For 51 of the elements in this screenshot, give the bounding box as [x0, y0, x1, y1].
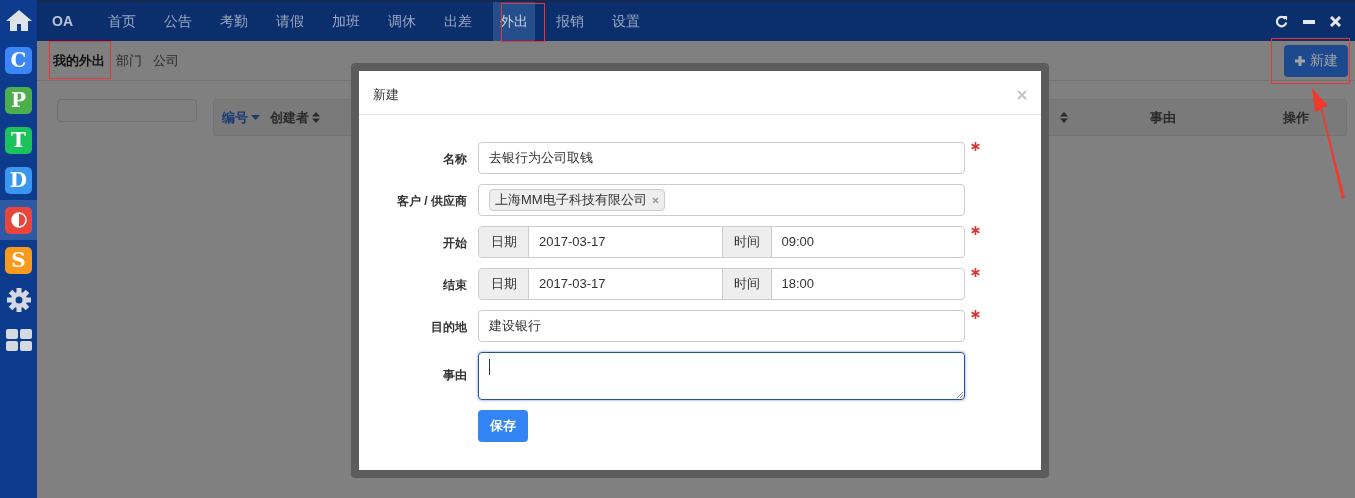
settings-icon[interactable] — [5, 287, 32, 313]
grid-icon[interactable] — [4, 328, 33, 352]
field-label: 事由 — [442, 367, 468, 384]
close-icon[interactable] — [1330, 16, 1341, 27]
resize-grip-icon[interactable] — [956, 391, 963, 398]
nav-tab[interactable]: 考勤 — [213, 2, 255, 41]
text-field[interactable]: 建设银行 — [478, 310, 965, 342]
minimize-icon[interactable] — [1303, 19, 1315, 24]
tag-field[interactable]: 上海MM电子科技有限公司 — [478, 184, 965, 216]
brand-label: OA — [51, 12, 74, 31]
nav-tab[interactable]: 首页 — [101, 2, 143, 41]
subnav-tab[interactable]: 部门 — [116, 50, 142, 71]
save-button[interactable]: 保存 — [478, 410, 528, 442]
home-icon[interactable] — [4, 8, 33, 32]
required-icon — [970, 142, 980, 151]
nav-tab[interactable]: 请假 — [269, 2, 311, 41]
nav-tab[interactable]: 调休 — [381, 2, 423, 41]
app-icon[interactable]: C — [5, 46, 32, 74]
dialog-title: 新建 — [373, 85, 399, 104]
text-field[interactable]: 去银行为公司取钱 — [478, 142, 965, 174]
required-icon — [970, 310, 980, 319]
nav-tab[interactable]: 公告 — [157, 2, 199, 41]
text-area[interactable] — [478, 352, 965, 400]
required-icon — [970, 226, 980, 235]
refresh-icon[interactable] — [1275, 15, 1288, 28]
plus-icon — [1294, 54, 1306, 67]
required-icon — [970, 268, 980, 277]
subnav-tab[interactable]: 我的外出 — [53, 50, 105, 71]
field-label: 结束 — [442, 277, 468, 294]
new-button[interactable]: 新建 — [1284, 44, 1348, 77]
column-header[interactable]: 事由 — [1150, 107, 1176, 128]
tag[interactable]: 上海MM电子科技有限公司 — [489, 189, 665, 211]
field-label: 目的地 — [430, 319, 468, 336]
nav-tab[interactable]: 设置 — [605, 2, 647, 41]
field-label: 名称 — [442, 151, 468, 168]
column-header[interactable]: 创建者 — [270, 107, 320, 128]
app-icon[interactable]: P — [5, 86, 32, 114]
nav-tab[interactable]: 报销 — [549, 2, 591, 41]
subnav-tab[interactable]: 公司 — [153, 50, 179, 71]
nav-tab[interactable]: 出差 — [437, 2, 479, 41]
app-icon[interactable] — [5, 206, 32, 234]
annotation-frame — [501, 3, 545, 42]
app-icon[interactable]: D — [5, 166, 32, 194]
sort-down-icon — [251, 115, 260, 120]
nav-tab[interactable]: 加班 — [325, 2, 367, 41]
field-label: 开始 — [442, 235, 468, 252]
sort-icon — [312, 112, 320, 123]
sort-icon — [1060, 112, 1068, 123]
field-label: 客户 / 供应商 — [396, 193, 468, 210]
annotation-frame — [49, 41, 111, 79]
column-header[interactable]: 操作 — [1283, 107, 1309, 128]
